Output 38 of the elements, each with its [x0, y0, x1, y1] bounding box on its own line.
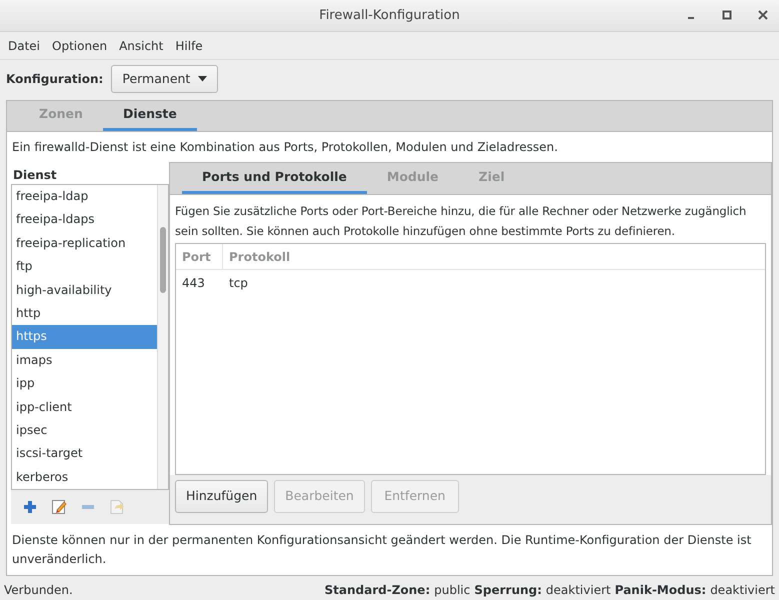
list-item[interactable]: freeipa-ldaps [12, 208, 157, 232]
config-dropdown[interactable]: Permanent [111, 64, 218, 94]
list-item[interactable]: freeipa-ldap [12, 185, 157, 208]
list-item[interactable]: http [12, 302, 157, 326]
table-cell-text: 443 [181, 275, 206, 292]
list-item[interactable]: ipsec [12, 418, 157, 442]
info-text: Dienste können nur in der permanenten Konfigurationsansicht geändert werden. Die Runtime-Konfiguration der Dienste ist unveränderlich. [11, 532, 752, 568]
scrollbar-thumb[interactable] [160, 227, 166, 293]
list-item[interactable]: imaps [12, 348, 157, 372]
caret-icon [198, 76, 208, 82]
list-heading: Dienst [12, 167, 58, 184]
action-button[interactable]: Hinzufügen [175, 480, 268, 513]
window-title: Firewall-Konfiguration [319, 6, 460, 25]
status-message: Verbunden. [4, 582, 73, 599]
config-label: Konfiguration: [6, 71, 104, 88]
status-value: public [434, 582, 470, 599]
status-label: Panik-Modus: [614, 582, 706, 599]
status-label: Standard-Zone: [324, 582, 430, 599]
status-label: Sperrung: [474, 582, 542, 599]
menu-item[interactable]: Ansicht [113, 36, 170, 54]
tab[interactable]: Dienste [102, 101, 197, 131]
table-cell-text: tcp [228, 275, 249, 292]
menu-item[interactable]: Optionen [46, 36, 114, 54]
menu-item[interactable]: Hilfe [169, 36, 209, 54]
description-text: Fügen Sie zusätzliche Ports oder Port-Bereiche hinzu, die für alle Rechner oder Netzwerke zugänglich sein sollten. Sie können auch Protokolle hinzufügen ohne bestimmte Ports zu definieren. [170, 195, 771, 243]
plus-icon[interactable] [23, 500, 37, 514]
list-item[interactable]: iscsi-target [12, 442, 157, 466]
description-text: Ein firewalld-Dienst ist eine Kombination aus Ports, Protokollen, Modulen und Zieladressen. [11, 139, 559, 156]
status-value: deaktiviert [546, 582, 611, 599]
list-item[interactable]: ftp [12, 255, 157, 279]
edit-icon[interactable] [51, 499, 67, 515]
list-item[interactable]: kerberos [12, 466, 157, 489]
list-item[interactable]: high-availability [12, 278, 157, 302]
menu-item[interactable]: Datei [2, 36, 46, 54]
list-item[interactable]: ipp [12, 372, 157, 396]
list-item[interactable]: ipp-client [12, 396, 157, 419]
list-item[interactable]: freeipa-replication [12, 232, 157, 256]
status-value: deaktiviert [710, 582, 775, 599]
